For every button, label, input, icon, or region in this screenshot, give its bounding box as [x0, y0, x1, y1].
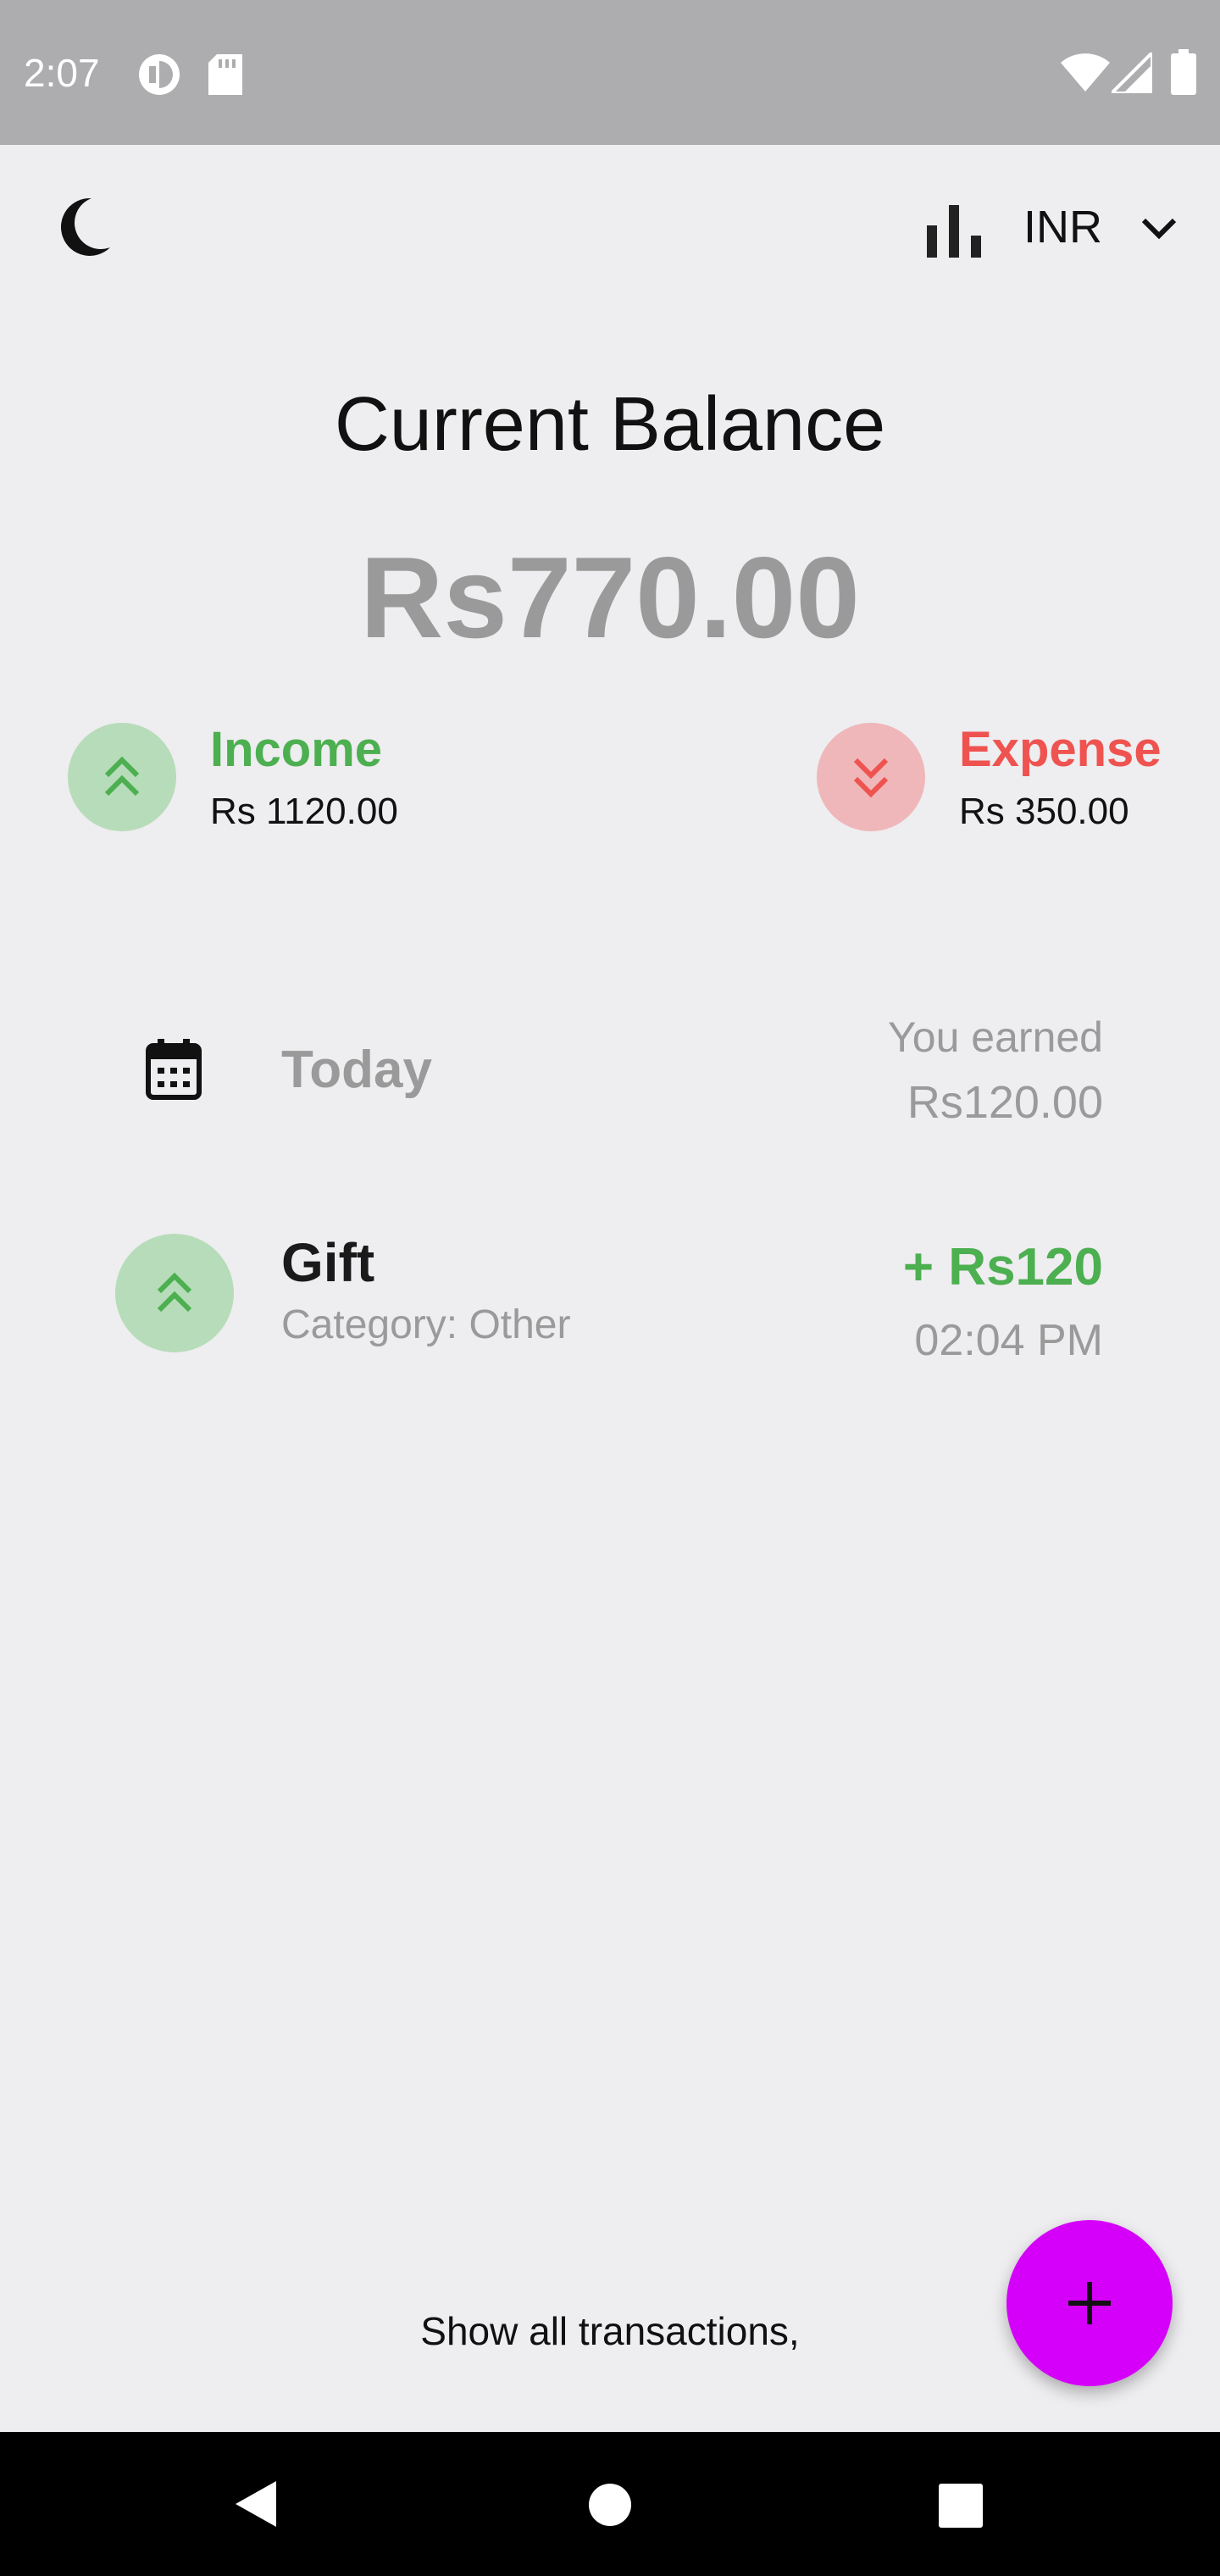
- home-icon[interactable]: [588, 2483, 632, 2527]
- battery-icon: [1171, 49, 1196, 95]
- balance-amount: Rs770.00: [360, 533, 860, 662]
- plus-icon: [1068, 2282, 1111, 2324]
- back-icon[interactable]: [232, 2479, 278, 2529]
- balance-title: Current Balance: [334, 382, 886, 467]
- status-bar: 2:07: [0, 0, 1220, 145]
- bar-chart-icon[interactable]: [925, 203, 983, 258]
- earned-label: You earned: [888, 1013, 1103, 1061]
- day-group-label: Today: [281, 1041, 432, 1099]
- transaction-name: Gift: [281, 1232, 375, 1293]
- expense-label: Expense: [959, 722, 1162, 777]
- transaction-category: Category: Other: [281, 1302, 571, 1347]
- double-chevron-up-icon: [157, 1272, 192, 1313]
- double-chevron-down-icon: [853, 758, 889, 798]
- wifi-icon: [1061, 53, 1110, 92]
- currency-selector[interactable]: INR: [1023, 200, 1102, 254]
- calendar-icon: [146, 1039, 202, 1100]
- transaction-time: 02:04 PM: [914, 1316, 1103, 1365]
- add-transaction-button[interactable]: [1006, 2220, 1173, 2386]
- moon-icon[interactable]: [58, 197, 112, 258]
- system-nav-bar: [0, 2432, 1220, 2576]
- income-amount: Rs 1120.00: [210, 791, 398, 832]
- cell-signal-icon: [1112, 53, 1152, 93]
- sd-card-icon: [208, 54, 242, 95]
- income-label: Income: [210, 722, 383, 777]
- status-time: 2:07: [24, 51, 100, 95]
- data-saver-icon: [139, 54, 180, 95]
- expense-badge: [817, 723, 925, 831]
- income-badge: [68, 723, 176, 831]
- transaction-badge: [115, 1234, 234, 1352]
- double-chevron-up-icon: [104, 756, 140, 797]
- recents-icon[interactable]: [939, 2484, 983, 2528]
- transaction-amount: + Rs120: [902, 1238, 1103, 1296]
- expense-amount: Rs 350.00: [959, 791, 1129, 832]
- earned-amount: Rs120.00: [907, 1077, 1103, 1128]
- chevron-down-icon[interactable]: [1140, 217, 1178, 241]
